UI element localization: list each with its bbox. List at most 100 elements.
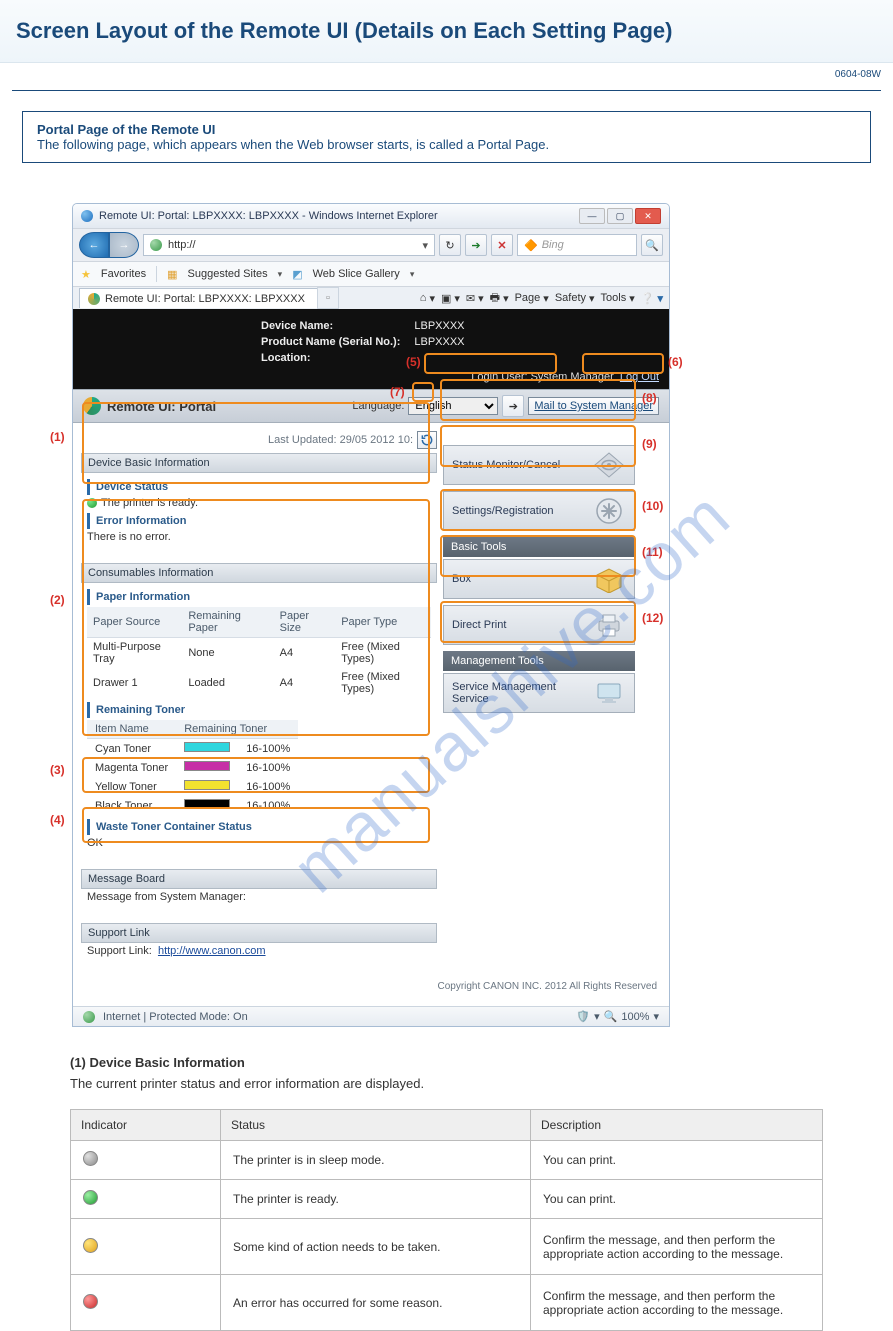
device-name-label: Device Name: (255, 319, 406, 333)
zoom-icon[interactable]: 🔍 (604, 1010, 618, 1023)
suggested-sites-menu[interactable]: Suggested Sites (188, 268, 268, 280)
status-text: The printer is ready. (101, 497, 198, 509)
paper-info-header: Paper Information (87, 589, 431, 605)
mail-button[interactable]: ✉ ▾ (466, 292, 484, 305)
table-row: Yellow Toner16-100% (87, 777, 298, 796)
tab-icon (88, 293, 100, 305)
browser-tab[interactable]: Remote UI: Portal: LBPXXXX: LBPXXXX (79, 288, 318, 308)
divider (12, 90, 881, 91)
copyright: Copyright CANON INC. 2012 All Rights Res… (73, 973, 669, 1006)
direct-print-button[interactable]: Direct Print (443, 605, 635, 645)
status-indicator-icon (87, 498, 97, 508)
back-button[interactable]: ← (79, 232, 109, 258)
status-monitor-button[interactable]: Status Monitor/Cancel (443, 445, 635, 485)
window-title: Remote UI: Portal: LBPXXXX: LBPXXXX - Wi… (99, 210, 438, 222)
logout-link[interactable]: Log Out (620, 371, 659, 383)
zoom-value: 100% (621, 1011, 649, 1023)
support-link-header: Support Link (81, 923, 437, 943)
screenshot-window: Remote UI: Portal: LBPXXXX: LBPXXXX - Wi… (72, 203, 670, 1027)
print-button[interactable]: 🖶 ▾ (490, 289, 509, 308)
consumables-header: Consumables Information (81, 563, 437, 583)
error-text: There is no error. (87, 531, 431, 543)
sms-button[interactable]: Service Management Service (443, 673, 635, 713)
mail-to-manager-button[interactable]: Mail to System Manager (528, 397, 659, 415)
product-name-value: LBPXXXX (408, 335, 470, 349)
help-button[interactable]: ❔▾ (641, 292, 663, 305)
table-row: Multi-Purpose TrayNoneA4Free (Mixed Type… (87, 638, 431, 669)
window-close-button[interactable]: ✕ (635, 208, 661, 224)
favorites-label[interactable]: Favorites (101, 268, 146, 280)
tab-label: Remote UI: Portal: LBPXXXX: LBPXXXX (105, 293, 305, 305)
home-button[interactable]: ⌂ ▾ (420, 292, 435, 305)
status-zone: Internet | Protected Mode: On (103, 1011, 248, 1023)
suggested-drop-icon[interactable]: ▾ (278, 269, 283, 280)
address-bar[interactable]: http:// ▾ (143, 234, 435, 256)
page-menu[interactable]: Page ▾ (515, 292, 549, 305)
zone-icon (83, 1011, 95, 1023)
device-header: Device Name:LBPXXXX Product Name (Serial… (73, 309, 669, 389)
search-placeholder: Bing (542, 239, 564, 251)
language-select[interactable]: English (408, 397, 498, 415)
message-board-header: Message Board (81, 869, 437, 889)
box-icon (592, 564, 626, 594)
refresh-portal-button[interactable] (417, 431, 437, 449)
protected-mode-icon: 🛡️ (576, 1010, 590, 1023)
search-box[interactable]: 🔶 Bing (517, 234, 637, 256)
box-button[interactable]: Box (443, 559, 635, 599)
remaining-toner-header: Remaining Toner (87, 702, 431, 718)
product-name-label: Product Name (Serial No.): (255, 335, 406, 349)
green-dot-icon (83, 1190, 98, 1205)
refresh-icon (420, 433, 434, 447)
basic-tools-header: Basic Tools (443, 537, 635, 557)
table-row: Cyan Toner16-100% (87, 739, 298, 759)
slice-drop-icon[interactable]: ▾ (410, 269, 415, 280)
language-label: Language: (352, 400, 404, 412)
gray-dot-icon (83, 1151, 98, 1166)
info-label: Portal Page of the Remote UI (37, 122, 215, 137)
page-title: Screen Layout of the Remote UI (Details … (0, 0, 893, 63)
favorites-star-icon[interactable]: ★ (81, 268, 91, 281)
device-basic-info-header: Device Basic Information (81, 453, 437, 473)
minimize-button[interactable]: — (579, 208, 605, 224)
yellow-dot-icon (83, 1238, 98, 1253)
web-slice-menu[interactable]: Web Slice Gallery (313, 268, 400, 280)
go-button[interactable]: ➔ (465, 234, 487, 256)
settings-registration-button[interactable]: Settings/Registration (443, 491, 635, 531)
addr-dropdown-icon[interactable]: ▾ (422, 239, 428, 252)
portal-title: Remote UI: Portal (107, 399, 216, 414)
maximize-button[interactable]: ▢ (607, 208, 633, 224)
waste-value: OK (87, 837, 431, 849)
indicator-table: Indicator Status Description The printer… (70, 1109, 823, 1331)
toner-table: Item NameRemaining Toner Cyan Toner16-10… (87, 720, 298, 815)
portal-logo-icon (83, 397, 101, 415)
message-board-text: Message from System Manager: (81, 889, 437, 909)
tools-menu[interactable]: Tools ▾ (601, 292, 635, 305)
info-desc: The following page, which appears when t… (37, 137, 856, 152)
search-button[interactable]: 🔍 (641, 234, 663, 256)
eye-diamond-icon (592, 450, 626, 480)
printer-icon (592, 610, 626, 640)
desc-paragraph: The current printer status and error inf… (70, 1076, 823, 1091)
refresh-button[interactable]: ↻ (439, 234, 461, 256)
new-tab-button[interactable]: ▫ (317, 287, 339, 309)
device-status-header: Device Status (87, 479, 431, 495)
feeds-button[interactable]: ▣ ▾ (441, 292, 460, 305)
management-tools-header: Management Tools (443, 651, 635, 671)
page-id: 0604-08W (0, 63, 893, 80)
asterisk-circle-icon (592, 496, 626, 526)
login-user: Login User: System Manager (471, 371, 613, 383)
table-row: The printer is ready.You can print. (71, 1180, 823, 1219)
red-dot-icon (83, 1294, 98, 1309)
window-titlebar: Remote UI: Portal: LBPXXXX: LBPXXXX - Wi… (73, 204, 669, 228)
safety-menu[interactable]: Safety ▾ (555, 292, 595, 305)
forward-button[interactable]: → (109, 232, 139, 258)
language-go-button[interactable]: ➔ (502, 395, 524, 417)
support-link-url[interactable]: http://www.canon.com (158, 945, 266, 957)
table-row: Drawer 1LoadedA4Free (Mixed Types) (87, 668, 431, 698)
url-text: http:// (168, 239, 196, 251)
table-row: Magenta Toner16-100% (87, 758, 298, 777)
desc-title: (1) Device Basic Information (70, 1055, 823, 1070)
support-link-label: Support Link: (87, 945, 152, 957)
stop-button[interactable]: ✕ (491, 234, 513, 256)
waste-toner-header: Waste Toner Container Status (87, 819, 431, 835)
